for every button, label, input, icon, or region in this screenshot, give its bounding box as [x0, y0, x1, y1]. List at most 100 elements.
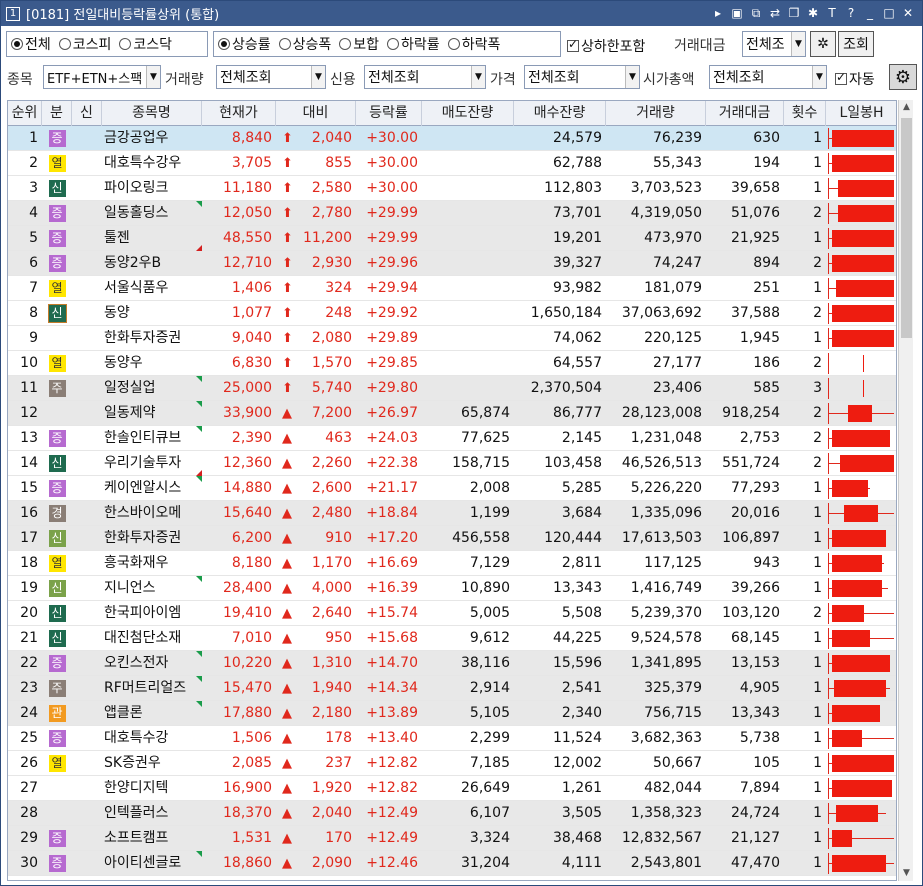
table-row[interactable]: 30 증 아이티센글로 18,860 ▲ 2,090 +12.46 31,204 4,111 2,…: [8, 851, 896, 876]
column-header-4[interactable]: 현재가: [202, 101, 276, 126]
chevron-down-icon[interactable]: ▼: [625, 66, 639, 88]
credit-select[interactable]: 전체조회 ▼: [364, 65, 486, 89]
stock-name-cell[interactable]: 동양우: [102, 351, 202, 376]
link-icon[interactable]: ⧉: [748, 5, 764, 21]
radio-down-rate-dot[interactable]: [387, 38, 400, 50]
stock-name-cell[interactable]: 일동홀딩스: [102, 201, 202, 226]
stock-name-cell[interactable]: 한국피아이엠: [102, 601, 202, 626]
maximize-icon[interactable]: □: [881, 5, 897, 21]
chevron-down-icon[interactable]: ▼: [791, 32, 805, 56]
table-row[interactable]: 2 열 대호특수강우 3,705 ⬆ 855 +30.00 62,788 55,343 194 1: [8, 151, 896, 176]
minimize-icon[interactable]: _: [862, 5, 878, 21]
scroll-down-icon[interactable]: ▼: [899, 866, 914, 881]
table-row[interactable]: 6 증 동양2우B 12,710 ⬆ 2,930 +29.96 39,327 74,247 894…: [8, 251, 896, 276]
options-button[interactable]: ✲: [810, 31, 836, 57]
stock-name-cell[interactable]: 툴젠: [102, 226, 202, 251]
radio-kosdaq[interactable]: 코스닥: [119, 34, 172, 54]
radio-up-rate-dot[interactable]: [218, 38, 230, 50]
stock-name-cell[interactable]: 아이티센글로: [102, 851, 202, 876]
column-header-5[interactable]: 대비: [276, 101, 356, 126]
table-row[interactable]: 17 신 한화투자증권 6,200 ▲ 910 +17.20 456,558 120,444 17…: [8, 526, 896, 551]
table-row[interactable]: 11 주 일정실업 25,000 ⬆ 5,740 +29.80 2,370,504 23,406…: [8, 376, 896, 401]
table-row[interactable]: 26 열 SK증권우 2,085 ▲ 237 +12.82 7,185 12,002 50,667…: [8, 751, 896, 776]
stock-name-cell[interactable]: 금강공업우: [102, 126, 202, 151]
radio-all-dot[interactable]: [11, 38, 23, 50]
radio-down-rate[interactable]: 하락률: [387, 34, 440, 54]
stock-name-cell[interactable]: RF머트리얼즈: [102, 676, 202, 701]
table-row[interactable]: 4 증 일동홀딩스 12,050 ⬆ 2,780 +29.99 73,701 4,319,050…: [8, 201, 896, 226]
stock-name-cell[interactable]: 대호특수강우: [102, 151, 202, 176]
table-row[interactable]: 8 신 동양 1,077 ⬆ 248 +29.92 1,650,184 37,063,692 37…: [8, 301, 896, 326]
stock-name-cell[interactable]: 대진첨단소재: [102, 626, 202, 651]
mcap-select[interactable]: 전체조회 ▼: [709, 65, 827, 89]
table-row[interactable]: 24 관 앱클론 17,880 ▲ 2,180 +13.89 5,105 2,340 756,71…: [8, 701, 896, 726]
stock-name-cell[interactable]: SK증권우: [102, 751, 202, 776]
radio-all[interactable]: 전체: [11, 34, 51, 54]
stock-name-cell[interactable]: 서울식품우: [102, 276, 202, 301]
auto-checkbox[interactable]: 자동: [835, 69, 875, 89]
stock-name-cell[interactable]: 지니언스: [102, 576, 202, 601]
column-header-11[interactable]: 횟수: [784, 101, 826, 126]
table-row[interactable]: 19 신 지니언스 28,400 ▲ 4,000 +16.39 10,890 13,343 1,4…: [8, 576, 896, 601]
table-row[interactable]: 16 경 한스바이오메 15,640 ▲ 2,480 +18.84 1,199 3,684 1,3…: [8, 501, 896, 526]
table-row[interactable]: 25 증 대호특수강 1,506 ▲ 178 +13.40 2,299 11,524 3,682,…: [8, 726, 896, 751]
price-select[interactable]: 전체조회 ▼: [524, 65, 640, 89]
table-row[interactable]: 29 증 소프트캠프 1,531 ▲ 170 +12.49 3,324 38,468 12,832…: [8, 826, 896, 851]
include-limit-check[interactable]: [567, 37, 579, 52]
stock-name-cell[interactable]: 동양: [102, 301, 202, 326]
table-row[interactable]: 14 신 우리기술투자 12,360 ▲ 2,260 +22.38 158,715 103,45…: [8, 451, 896, 476]
column-header-7[interactable]: 매도잔량: [422, 101, 514, 126]
stock-name-cell[interactable]: 한양디지텍: [102, 776, 202, 801]
radio-up-rate[interactable]: 상승률: [218, 34, 271, 54]
query-button[interactable]: 조회: [838, 31, 874, 57]
stock-name-cell[interactable]: 대호특수강: [102, 726, 202, 751]
scroll-up-icon[interactable]: ▲: [899, 100, 914, 115]
settings-icon[interactable]: ✱: [805, 5, 821, 21]
settings-button[interactable]: ⚙: [889, 64, 917, 90]
table-row[interactable]: 22 증 오킨스전자 10,220 ▲ 1,310 +14.70 38,116 15,596 1,…: [8, 651, 896, 676]
column-header-0[interactable]: 순위: [8, 101, 42, 126]
stock-name-cell[interactable]: 파이오링크: [102, 176, 202, 201]
table-row[interactable]: 20 신 한국피아이엠 19,410 ▲ 2,640 +15.74 5,005 5,508 5,2…: [8, 601, 896, 626]
trade-amount-select[interactable]: 전체조 ▼: [742, 31, 806, 57]
chevron-down-icon[interactable]: ▼: [812, 66, 826, 88]
stock-name-cell[interactable]: 인텍플러스: [102, 801, 202, 826]
chevron-down-icon[interactable]: ▼: [311, 66, 325, 88]
column-header-8[interactable]: 매수잔량: [514, 101, 606, 126]
table-row[interactable]: 18 열 흥국화재우 8,180 ▲ 1,170 +16.69 7,129 2,811 117,1…: [8, 551, 896, 576]
radio-up-amount[interactable]: 상승폭: [278, 34, 331, 54]
copy-icon[interactable]: ⇄: [767, 5, 783, 21]
radio-down-amount-dot[interactable]: [447, 38, 460, 50]
vertical-scrollbar[interactable]: ▲ ▼: [898, 100, 913, 881]
table-row[interactable]: 27 한양디지텍 16,900 ▲ 1,920 +12.82 26,649 1,261 482,…: [8, 776, 896, 801]
stock-name-cell[interactable]: 동양2우B: [102, 251, 202, 276]
table-row[interactable]: 10 열 동양우 6,830 ⬆ 1,570 +29.85 64,557 27,177 186 2: [8, 351, 896, 376]
stock-name-cell[interactable]: 흥국화재우: [102, 551, 202, 576]
stock-name-cell[interactable]: 우리기술투자: [102, 451, 202, 476]
radio-flat-dot[interactable]: [339, 38, 352, 50]
restore-icon[interactable]: ❐: [786, 5, 802, 21]
stock-name-cell[interactable]: 소프트캠프: [102, 826, 202, 851]
column-header-10[interactable]: 거래대금: [706, 101, 784, 126]
table-row[interactable]: 3 신 파이오링크 11,180 ⬆ 2,580 +30.00 112,803 3,703,52…: [8, 176, 896, 201]
auto-check[interactable]: [835, 70, 847, 85]
stock-name-cell[interactable]: 한솔인티큐브: [102, 426, 202, 451]
radio-kospi[interactable]: 코스피: [58, 34, 111, 54]
table-row[interactable]: 1 증 금강공업우 8,840 ⬆ 2,040 +30.00 24,579 76,239 630 1: [8, 126, 896, 151]
table-row[interactable]: 7 열 서울식품우 1,406 ⬆ 324 +29.94 93,982 181,079 251 1: [8, 276, 896, 301]
next-icon[interactable]: ▸: [710, 5, 726, 21]
radio-down-amount[interactable]: 하락폭: [447, 34, 500, 54]
table-row[interactable]: 9 한화투자증권 9,040 ⬆ 2,080 +29.89 74,062 220,125 1,9…: [8, 326, 896, 351]
stock-name-cell[interactable]: 앱클론: [102, 701, 202, 726]
stock-name-cell[interactable]: 한화투자증권: [102, 326, 202, 351]
table-row[interactable]: 23 주 RF머트리얼즈 15,470 ▲ 1,940 +14.34 2,914 2,541 32…: [8, 676, 896, 701]
column-header-2[interactable]: 신: [72, 101, 102, 126]
volume-select[interactable]: 전체조회 ▼: [216, 65, 326, 89]
column-header-9[interactable]: 거래량: [606, 101, 706, 126]
column-header-3[interactable]: 종목명: [102, 101, 202, 126]
stock-name-cell[interactable]: 한화투자증권: [102, 526, 202, 551]
font-icon[interactable]: T: [824, 5, 840, 21]
radio-up-amount-dot[interactable]: [278, 38, 291, 50]
stock-name-cell[interactable]: 일동제약: [102, 401, 202, 426]
stock-name-cell[interactable]: 오킨스전자: [102, 651, 202, 676]
